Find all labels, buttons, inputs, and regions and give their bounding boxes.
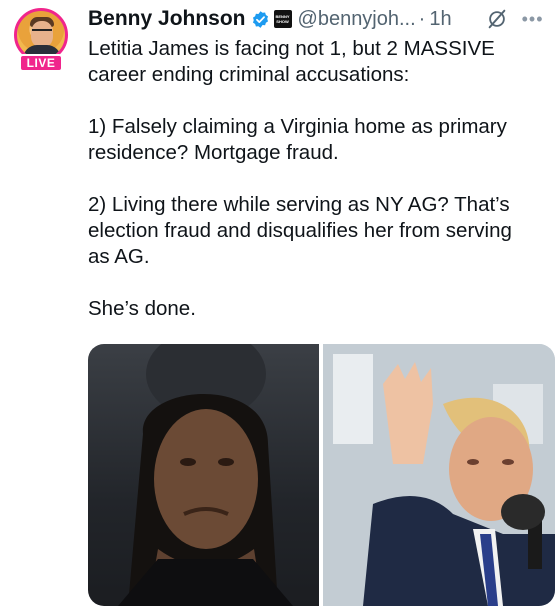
time-separator: · [418,7,426,30]
display-name[interactable]: Benny Johnson [88,7,246,31]
verified-badge-icon[interactable] [251,10,270,29]
photo-woman-portrait[interactable] [88,344,319,606]
author-handle[interactable]: @bennyjoh... [298,8,416,31]
photo-man-illustration [323,344,555,606]
photo-woman-illustration [118,344,293,606]
tweet-timestamp[interactable]: 1h [429,8,451,31]
author-avatar[interactable]: LIVE [12,8,70,78]
tweet-header: Benny Johnson BENNY SHOW @bennyjoh... · … [88,6,549,32]
tweet-media[interactable] [88,344,555,606]
more-options-icon[interactable]: ••• [522,9,544,30]
grok-icon[interactable] [486,8,508,30]
live-badge[interactable]: LIVE [19,54,63,72]
affiliate-badge[interactable]: BENNY SHOW [273,10,292,28]
avatar-glasses [32,29,52,35]
tweet-text: Letitia James is facing not 1, but 2 MAS… [88,37,512,320]
affiliate-badge-line-2: SHOW [276,19,289,24]
photo-man-raising-hand[interactable] [323,344,555,606]
